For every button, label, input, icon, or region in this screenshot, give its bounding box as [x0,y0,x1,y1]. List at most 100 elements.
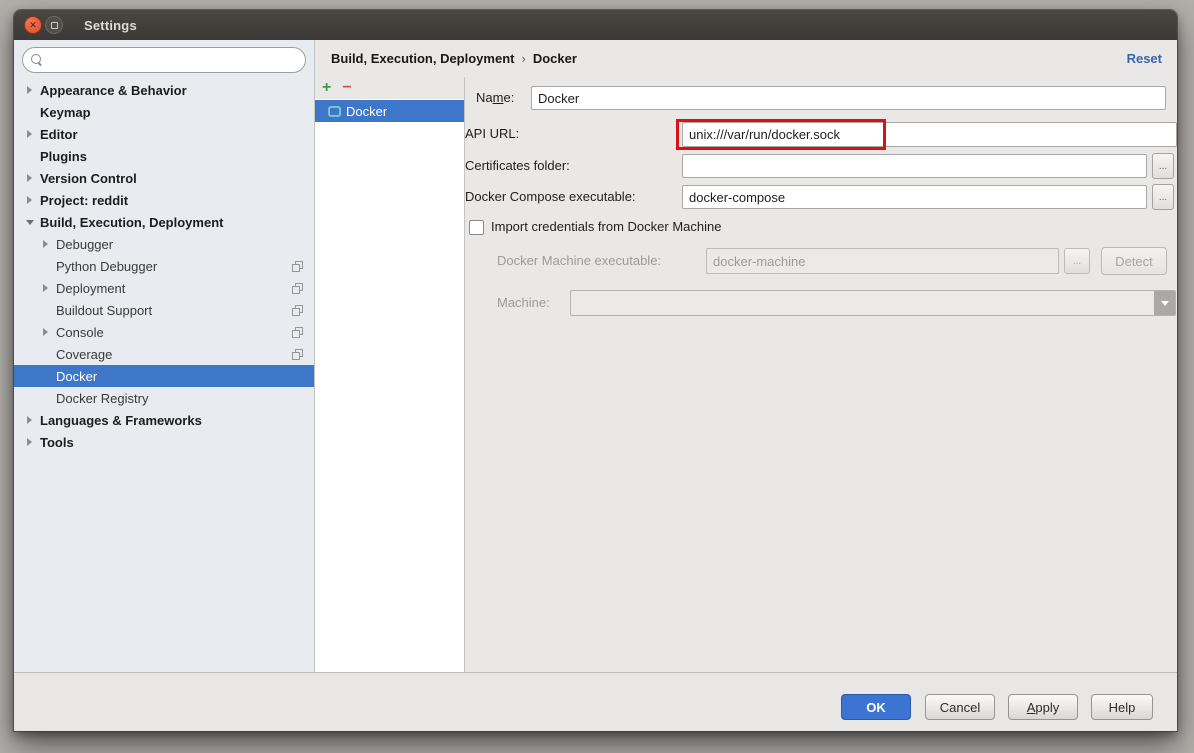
certificates-folder-label: Certificates folder: [465,158,570,174]
machine-executable-label: Docker Machine executable: [497,253,661,269]
add-button[interactable]: + [322,80,331,96]
sidebar-item-label: Debugger [56,237,113,252]
sidebar-item-coverage[interactable]: Coverage [14,343,314,365]
chevron-down-icon[interactable] [1154,291,1175,315]
sidebar-item-label: Languages & Frameworks [40,413,202,428]
machine-browse-button[interactable]: ... [1064,248,1090,274]
no-chevron [42,392,52,404]
settings-sidebar: Appearance & Behavior Keymap Editor Plugins… [14,40,315,672]
no-chevron [42,260,52,272]
search-icon [31,54,43,66]
machine-dropdown-value [571,291,1154,315]
chevron-collapsed-icon[interactable] [42,326,52,338]
desktop-background: ✕ Settings Appearance & Behavior Keymap Ed… [0,0,1194,753]
sidebar-item-build-execution-deployment[interactable]: Build, Execution, Deployment [14,211,314,233]
sidebar-item-docker[interactable]: Docker [14,365,314,387]
sidebar-item-deployment[interactable]: Deployment [14,277,314,299]
sidebar-item-label: Docker [56,369,97,384]
machine-label: Machine: [497,295,550,311]
no-chevron [42,370,52,382]
compose-executable-field[interactable] [682,185,1147,209]
breadcrumb-parent[interactable]: Build, Execution, Deployment [331,51,514,66]
no-chevron [42,304,52,316]
certificates-browse-button[interactable]: ... [1152,153,1174,179]
name-field[interactable] [531,86,1166,110]
chevron-collapsed-icon[interactable] [26,128,36,140]
machine-dropdown[interactable] [570,290,1176,316]
close-icon[interactable]: ✕ [24,16,42,34]
settings-search-box[interactable] [22,47,306,73]
ok-button[interactable]: OK [841,694,911,720]
sidebar-item-appearance-behavior[interactable]: Appearance & Behavior [14,79,314,101]
remove-button[interactable]: − [342,80,351,96]
sidebar-item-project-reddit[interactable]: Project: reddit [14,189,314,211]
main-area: Appearance & Behavior Keymap Editor Plugins… [14,40,1177,672]
name-label: Name: [476,90,514,106]
sidebar-item-debugger[interactable]: Debugger [14,233,314,255]
cancel-button[interactable]: Cancel [925,694,995,720]
sidebar-item-plugins[interactable]: Plugins [14,145,314,167]
docker-instances-list: Docker [315,99,464,672]
shared-settings-icon [292,327,303,338]
sidebar-item-label: Plugins [40,149,87,164]
sidebar-item-languages-frameworks[interactable]: Languages & Frameworks [14,409,314,431]
sidebar-item-buildout-support[interactable]: Buildout Support [14,299,314,321]
chevron-collapsed-icon[interactable] [26,414,36,426]
breadcrumb: Build, Execution, Deployment › Docker [331,40,577,77]
shared-settings-icon [292,283,303,294]
breadcrumb-band: Build, Execution, Deployment › Docker Re… [315,40,1177,77]
sidebar-item-tools[interactable]: Tools [14,431,314,453]
no-chevron [26,150,36,162]
shared-settings-icon [292,261,303,272]
sidebar-item-editor[interactable]: Editor [14,123,314,145]
sidebar-item-version-control[interactable]: Version Control [14,167,314,189]
search-input[interactable] [49,50,295,70]
title-bar: ✕ Settings [14,10,1177,40]
detect-button[interactable]: Detect [1101,247,1167,275]
dialog-button-bar: OK Cancel Apply Help [14,672,1177,731]
sidebar-item-label: Build, Execution, Deployment [40,215,223,230]
list-item-docker[interactable]: Docker [315,100,464,122]
list-item-label: Docker [346,104,387,119]
apply-button[interactable]: Apply [1008,694,1078,720]
breadcrumb-current: Docker [533,51,577,66]
sidebar-item-label: Editor [40,127,78,142]
sidebar-item-docker-registry[interactable]: Docker Registry [14,387,314,409]
sidebar-item-label: Coverage [56,347,112,362]
sidebar-item-label: Console [56,325,104,340]
sidebar-item-label: Version Control [40,171,137,186]
docker-settings-form: Name: API URL: Certificates folder: ... … [465,77,1177,672]
sidebar-item-console[interactable]: Console [14,321,314,343]
machine-executable-field[interactable] [706,248,1059,274]
sidebar-item-label: Appearance & Behavior [40,83,187,98]
api-url-field[interactable] [682,122,1177,147]
help-button[interactable]: Help [1091,694,1153,720]
chevron-collapsed-icon[interactable] [26,84,36,96]
compose-browse-button[interactable]: ... [1152,184,1174,210]
docker-icon [328,106,341,117]
sidebar-item-label: Docker Registry [56,391,148,406]
chevron-collapsed-icon[interactable] [26,172,36,184]
reset-link[interactable]: Reset [1127,40,1162,77]
compose-executable-label: Docker Compose executable: [465,189,636,205]
chevron-collapsed-icon[interactable] [42,238,52,250]
no-chevron [26,106,36,118]
certificates-folder-field[interactable] [682,154,1147,178]
docker-instances-panel: + − Docker [315,77,465,672]
maximize-icon[interactable] [45,16,63,34]
chevron-collapsed-icon[interactable] [26,194,36,206]
sidebar-item-label: Buildout Support [56,303,152,318]
sidebar-item-label: Tools [40,435,74,450]
maximize-square-glyph [51,22,58,29]
chevron-expanded-icon[interactable] [26,216,36,228]
chevron-collapsed-icon[interactable] [42,282,52,294]
import-credentials-label: Import credentials from Docker Machine [491,219,721,235]
sidebar-item-python-debugger[interactable]: Python Debugger [14,255,314,277]
window-title: Settings [84,18,137,33]
import-credentials-checkbox[interactable] [469,220,484,235]
content-region: Build, Execution, Deployment › Docker Re… [315,40,1177,672]
sidebar-item-label: Deployment [56,281,125,296]
sidebar-item-keymap[interactable]: Keymap [14,101,314,123]
chevron-collapsed-icon[interactable] [26,436,36,448]
breadcrumb-separator: › [514,51,532,66]
